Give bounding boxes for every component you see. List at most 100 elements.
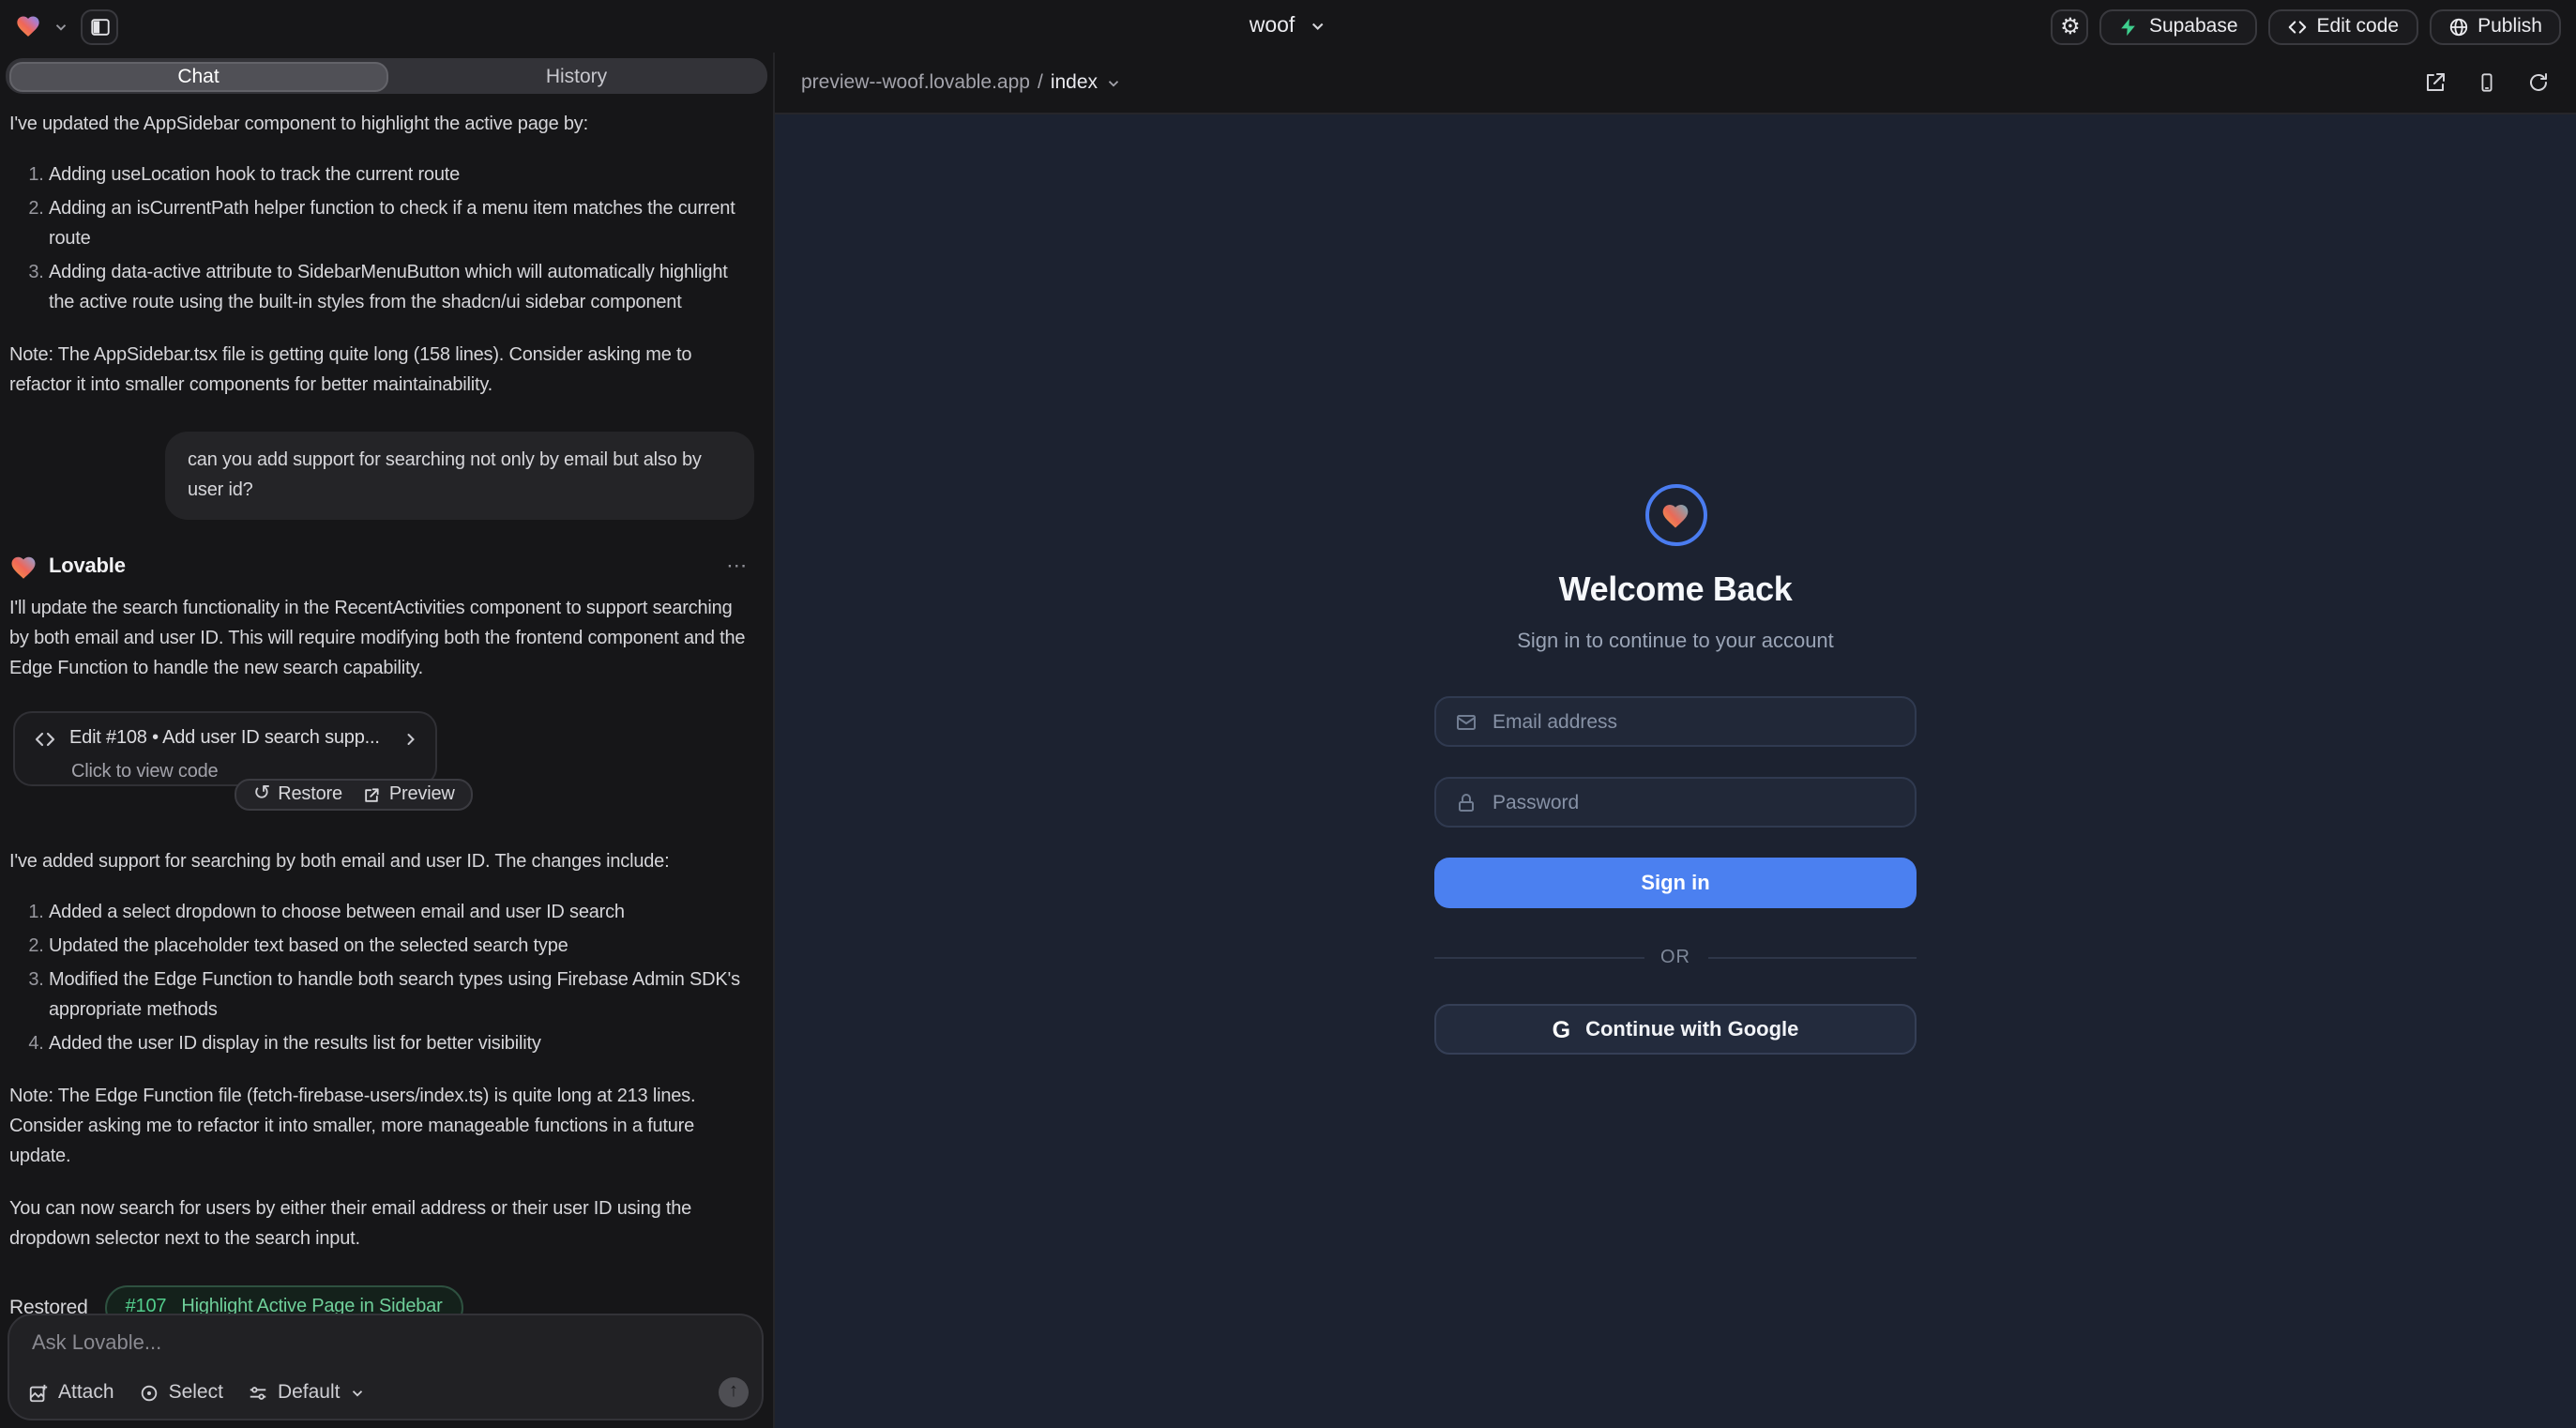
or-label: OR [1660, 948, 1690, 968]
select-label: Select [169, 1381, 223, 1404]
attach-label: Attach [58, 1381, 114, 1404]
heart-logo-icon [1660, 500, 1690, 530]
chevron-down-icon [1105, 74, 1122, 91]
restore-label: Restore [278, 780, 342, 810]
top-bar-left [15, 8, 118, 44]
chat-history-tabs: Chat History [6, 58, 767, 94]
version-actions-bar: ↺ Restore Preview [235, 779, 474, 811]
continue-with-google-button[interactable]: G Continue with Google [1434, 1004, 1917, 1055]
attach-button[interactable]: Attach [28, 1381, 114, 1404]
breadcrumb-separator: / [1038, 71, 1043, 94]
publish-label: Publish [2478, 15, 2542, 38]
preview-url-breadcrumb[interactable]: preview--woof.lovable.app / index [801, 71, 1122, 94]
lovable-logo-icon[interactable] [15, 13, 41, 39]
google-icon: G [1553, 1016, 1570, 1042]
list-item: Adding useLocation hook to track the cur… [49, 161, 754, 191]
code-brackets-icon [34, 728, 56, 751]
mobile-view-icon[interactable] [2477, 71, 2497, 94]
list-item-text: Adding an isCurrentPath helper function … [49, 199, 735, 250]
list-item-text: Added the user ID display in the results… [49, 1034, 541, 1055]
list-item: Modified the Edge Function to handle bot… [49, 966, 754, 1026]
top-bar-right: ⚙ Supabase Edit code Publish [2052, 8, 2561, 44]
open-in-new-tab-icon[interactable] [2424, 71, 2447, 94]
lock-icon [1455, 791, 1477, 813]
target-icon [139, 1382, 159, 1403]
panel-left-icon [89, 16, 110, 37]
assistant-name: Lovable [49, 552, 126, 582]
assistant-message-text: I've added support for searching by both… [9, 848, 754, 878]
preview-url-page: index [1051, 71, 1098, 94]
tab-history[interactable]: History [388, 61, 765, 91]
list-item-text: Adding data-active attribute to SidebarM… [49, 263, 728, 313]
list-item: Added the user ID display in the results… [49, 1030, 754, 1060]
model-selector[interactable]: Default [248, 1381, 367, 1404]
sidebar-toggle-button[interactable] [81, 8, 118, 44]
composer-input[interactable] [32, 1332, 739, 1355]
assistant-list: Adding useLocation hook to track the cur… [9, 161, 754, 319]
chat-messages: I've updated the AppSidebar component to… [0, 94, 773, 1330]
preview-toolbar-actions [2424, 71, 2550, 94]
edit-code-label: Edit code [2317, 15, 2400, 38]
sliders-icon [248, 1382, 268, 1403]
or-divider: OR [1434, 948, 1917, 968]
supabase-button[interactable]: Supabase [2100, 8, 2257, 44]
divider-line [1707, 957, 1917, 959]
page-subtitle: Sign in to continue to your account [1434, 630, 1917, 653]
edit-code-button[interactable]: Edit code [2268, 8, 2418, 44]
project-chevron-down-icon [1308, 17, 1326, 36]
chevron-down-icon [350, 1384, 367, 1401]
image-plus-icon [28, 1382, 49, 1403]
top-bar: woof ⚙ Supabase Edit code Publish [0, 0, 2576, 53]
app-window: woof ⚙ Supabase Edit code Publish [0, 0, 2576, 1428]
email-input[interactable] [1493, 710, 1896, 733]
gear-icon: ⚙ [2060, 15, 2081, 38]
assistant-message-text: You can now search for users by either t… [9, 1195, 754, 1255]
chevron-right-icon [402, 730, 420, 749]
sign-in-button[interactable]: Sign in [1434, 858, 1917, 908]
publish-button[interactable]: Publish [2429, 8, 2561, 44]
project-switcher[interactable]: woof [1250, 0, 1327, 53]
preview-panel: preview--woof.lovable.app / index [775, 53, 2576, 1428]
edit-version-card[interactable]: Edit #108 • Add user ID search supp... C… [13, 711, 437, 786]
mail-icon [1455, 710, 1477, 733]
list-item-text: Added a select dropdown to choose betwee… [49, 903, 625, 923]
restore-icon: ↺ [253, 784, 270, 805]
google-button-label: Continue with Google [1585, 1018, 1798, 1041]
preview-label: Preview [389, 780, 455, 810]
restore-button[interactable]: ↺ Restore [253, 780, 342, 810]
composer: Attach Select Default ↑ [8, 1314, 764, 1420]
assistant-header: Lovable ⋯ [9, 552, 754, 582]
edit-card-header: Edit #108 • Add user ID search supp... [34, 724, 420, 754]
password-field [1434, 777, 1917, 828]
project-name: woof [1250, 15, 1296, 38]
assistant-note-text: Note: The Edge Function file (fetch-fire… [9, 1083, 754, 1173]
project-menu-chevron-down-icon[interactable] [53, 18, 69, 35]
model-label: Default [278, 1381, 341, 1404]
tab-chat[interactable]: Chat [8, 61, 388, 91]
arrow-up-icon: ↑ [729, 1383, 738, 1402]
tab-chat-label: Chat [177, 65, 219, 87]
select-button[interactable]: Select [139, 1381, 223, 1404]
preview-button[interactable]: Preview [363, 780, 455, 810]
settings-button[interactable]: ⚙ [2052, 8, 2089, 44]
supabase-label: Supabase [2149, 15, 2238, 38]
email-field [1434, 696, 1917, 747]
message-menu-ellipsis-icon[interactable]: ⋯ [726, 552, 754, 582]
divider-line [1434, 957, 1644, 959]
user-message-bubble: can you add support for searching not on… [165, 432, 754, 520]
sign-in-form: Welcome Back Sign in to continue to your… [1434, 114, 1917, 1428]
send-button[interactable]: ↑ [719, 1377, 749, 1407]
composer-toolbar: Attach Select Default ↑ [28, 1377, 749, 1407]
password-input[interactable] [1493, 791, 1896, 813]
list-item-text: Updated the placeholder text based on th… [49, 936, 568, 957]
list-item: Adding data-active attribute to SidebarM… [49, 259, 754, 319]
page-title: Welcome Back [1434, 570, 1917, 610]
app-logo [1644, 484, 1706, 546]
lovable-avatar-heart-icon [9, 553, 38, 581]
assistant-note-text: Note: The AppSidebar.tsx file is getting… [9, 342, 754, 402]
list-item: Added a select dropdown to choose betwee… [49, 899, 754, 929]
refresh-icon[interactable] [2527, 71, 2550, 94]
globe-icon [2447, 16, 2468, 37]
user-message-text: can you add support for searching not on… [188, 450, 702, 500]
assistant-message-text: I'll update the search functionality in … [9, 595, 754, 685]
